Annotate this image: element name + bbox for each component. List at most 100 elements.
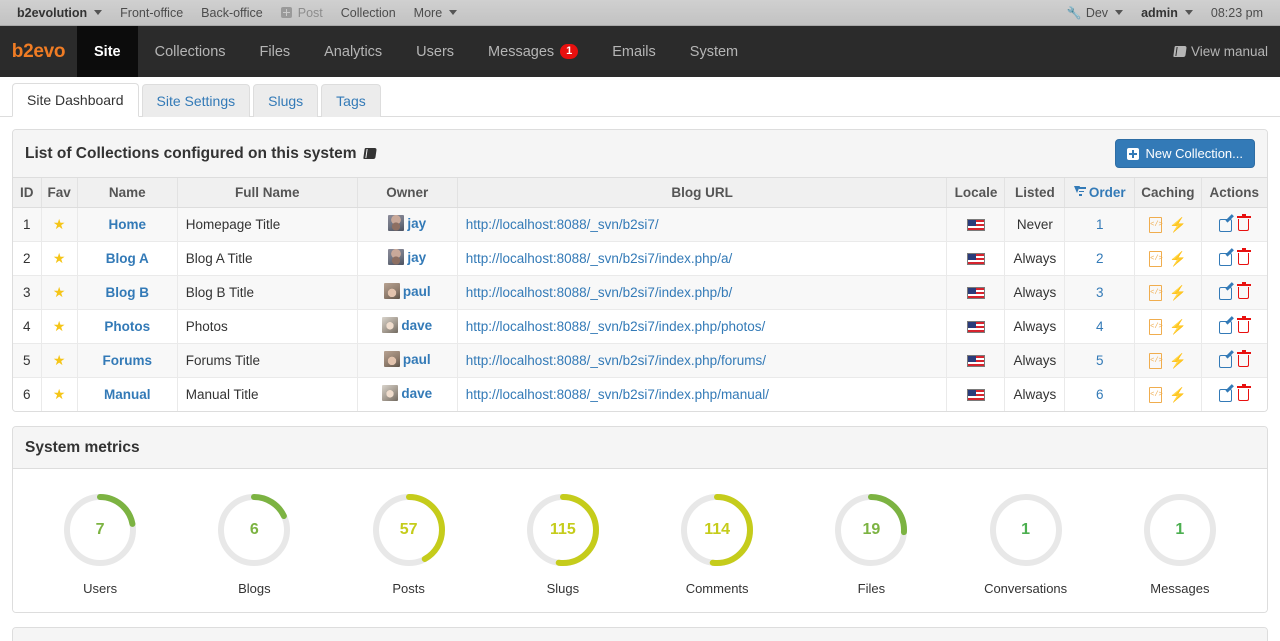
- page-cache-icon[interactable]: </>: [1149, 216, 1163, 233]
- nav-item-system[interactable]: System: [673, 26, 755, 77]
- blog-url-link[interactable]: http://localhost:8088/_svn/b2si7/index.p…: [466, 319, 765, 334]
- nav-item-users[interactable]: Users: [399, 26, 471, 77]
- cell-order: 4: [1064, 309, 1136, 344]
- nav-item-analytics[interactable]: Analytics: [307, 26, 399, 77]
- evobar-item-front-office[interactable]: Front-office: [111, 0, 192, 26]
- edit-icon[interactable]: [1219, 218, 1233, 232]
- nav-item-site[interactable]: Site: [77, 26, 138, 77]
- table-row[interactable]: 6 ★ Manual Manual Title dave http://loca…: [13, 377, 1267, 411]
- col-header-owner[interactable]: Owner: [357, 178, 458, 208]
- tab-site-settings[interactable]: Site Settings: [141, 84, 251, 117]
- delete-icon[interactable]: [1236, 282, 1251, 300]
- col-header-blog-url[interactable]: Blog URL: [457, 178, 948, 208]
- collection-name-link[interactable]: Blog B: [106, 285, 150, 300]
- metric-files: 19 Files: [794, 491, 948, 596]
- table-row[interactable]: 1 ★ Home Homepage Title jay http://local…: [13, 207, 1267, 242]
- tab-tags[interactable]: Tags: [321, 84, 381, 117]
- page-cache-icon[interactable]: </>: [1149, 352, 1163, 369]
- evobar-item-admin[interactable]: admin: [1132, 0, 1202, 26]
- cell-owner: jay: [357, 241, 458, 276]
- edit-icon[interactable]: [1219, 320, 1233, 334]
- edit-icon[interactable]: [1219, 354, 1233, 368]
- cell-fav[interactable]: ★: [41, 343, 78, 378]
- col-header-fav[interactable]: Fav: [41, 178, 78, 208]
- order-link[interactable]: 1: [1096, 217, 1104, 232]
- chevron-down-icon: [94, 10, 103, 15]
- bolt-cache-icon[interactable]: ⚡: [1169, 217, 1186, 233]
- col-header-locale[interactable]: Locale: [946, 178, 1006, 208]
- bolt-cache-icon[interactable]: ⚡: [1169, 251, 1186, 267]
- owner-link[interactable]: dave: [401, 318, 432, 333]
- col-header-name[interactable]: Name: [77, 178, 178, 208]
- table-row[interactable]: 5 ★ Forums Forums Title paul http://loca…: [13, 343, 1267, 378]
- collection-name-link[interactable]: Manual: [104, 387, 151, 402]
- owner-link[interactable]: paul: [403, 284, 431, 299]
- page-cache-icon[interactable]: </>: [1149, 386, 1163, 403]
- blog-url-link[interactable]: http://localhost:8088/_svn/b2si7/: [466, 217, 659, 232]
- new-collection-button[interactable]: New Collection...: [1115, 139, 1255, 168]
- delete-icon[interactable]: [1236, 384, 1251, 402]
- table-row[interactable]: 4 ★ Photos Photos dave http://localhost:…: [13, 309, 1267, 344]
- edit-icon[interactable]: [1219, 388, 1233, 402]
- table-row[interactable]: 3 ★ Blog B Blog B Title paul http://loca…: [13, 275, 1267, 310]
- col-header-listed[interactable]: Listed: [1004, 178, 1066, 208]
- bolt-cache-icon[interactable]: ⚡: [1169, 319, 1186, 335]
- col-header-caching[interactable]: Caching: [1134, 178, 1202, 208]
- collection-name-link[interactable]: Photos: [104, 319, 150, 334]
- edit-icon[interactable]: [1219, 252, 1233, 266]
- cell-fav[interactable]: ★: [41, 241, 78, 276]
- evobar-item-more[interactable]: More: [405, 0, 466, 26]
- delete-icon[interactable]: [1236, 248, 1251, 266]
- delete-icon[interactable]: [1236, 350, 1251, 368]
- order-link[interactable]: 3: [1096, 285, 1104, 300]
- col-header-order[interactable]: Order: [1064, 178, 1136, 208]
- edit-icon[interactable]: [1219, 286, 1233, 300]
- page-cache-icon[interactable]: </>: [1149, 250, 1163, 267]
- view-manual-link[interactable]: View manual: [1173, 44, 1268, 59]
- blog-url-link[interactable]: http://localhost:8088/_svn/b2si7/index.p…: [466, 387, 769, 402]
- cell-fav[interactable]: ★: [41, 377, 78, 411]
- nav-item-collections[interactable]: Collections: [138, 26, 243, 77]
- tab-site-dashboard[interactable]: Site Dashboard: [12, 83, 139, 117]
- owner-link[interactable]: dave: [401, 386, 432, 401]
- col-header-id[interactable]: ID: [13, 178, 42, 208]
- bolt-cache-icon[interactable]: ⚡: [1169, 285, 1186, 301]
- cell-fav[interactable]: ★: [41, 207, 78, 242]
- app-logo[interactable]: b2evo: [0, 26, 77, 77]
- owner-link[interactable]: jay: [407, 250, 426, 265]
- blog-url-link[interactable]: http://localhost:8088/_svn/b2si7/index.p…: [466, 353, 766, 368]
- order-link[interactable]: 6: [1096, 387, 1104, 402]
- metric-label: Users: [83, 581, 118, 596]
- table-row[interactable]: 2 ★ Blog A Blog A Title jay http://local…: [13, 241, 1267, 276]
- nav-item-messages[interactable]: Messages 1: [471, 26, 595, 77]
- bolt-cache-icon[interactable]: ⚡: [1169, 387, 1186, 403]
- cell-fav[interactable]: ★: [41, 309, 78, 344]
- collection-name-link[interactable]: Forums: [103, 353, 153, 368]
- cell-fav[interactable]: ★: [41, 275, 78, 310]
- owner-link[interactable]: jay: [407, 216, 426, 231]
- evobar-item-post[interactable]: Post: [272, 0, 332, 26]
- cell-caching: </> ⚡: [1134, 377, 1202, 411]
- col-header-full-name[interactable]: Full Name: [177, 178, 358, 208]
- delete-icon[interactable]: [1236, 214, 1251, 232]
- collection-name-link[interactable]: Blog A: [106, 251, 149, 266]
- manual-book-icon[interactable]: [362, 148, 377, 159]
- blog-url-link[interactable]: http://localhost:8088/_svn/b2si7/index.p…: [466, 251, 732, 266]
- page-cache-icon[interactable]: </>: [1149, 318, 1163, 335]
- delete-icon[interactable]: [1236, 316, 1251, 334]
- evobar-item-collection[interactable]: Collection: [332, 0, 405, 26]
- collection-name-link[interactable]: Home: [109, 217, 147, 232]
- evobar-brand-menu[interactable]: b2evolution: [8, 0, 111, 26]
- nav-item-emails[interactable]: Emails: [595, 26, 673, 77]
- order-link[interactable]: 2: [1096, 251, 1104, 266]
- bolt-cache-icon[interactable]: ⚡: [1169, 353, 1186, 369]
- page-cache-icon[interactable]: </>: [1149, 284, 1163, 301]
- order-link[interactable]: 4: [1096, 319, 1104, 334]
- blog-url-link[interactable]: http://localhost:8088/_svn/b2si7/index.p…: [466, 285, 732, 300]
- owner-link[interactable]: paul: [403, 352, 431, 367]
- order-link[interactable]: 5: [1096, 353, 1104, 368]
- evobar-item-back-office[interactable]: Back-office: [192, 0, 272, 26]
- evobar-item-dev[interactable]: 🔧 Dev: [1058, 0, 1132, 26]
- nav-item-files[interactable]: Files: [243, 26, 308, 77]
- tab-slugs[interactable]: Slugs: [253, 84, 319, 117]
